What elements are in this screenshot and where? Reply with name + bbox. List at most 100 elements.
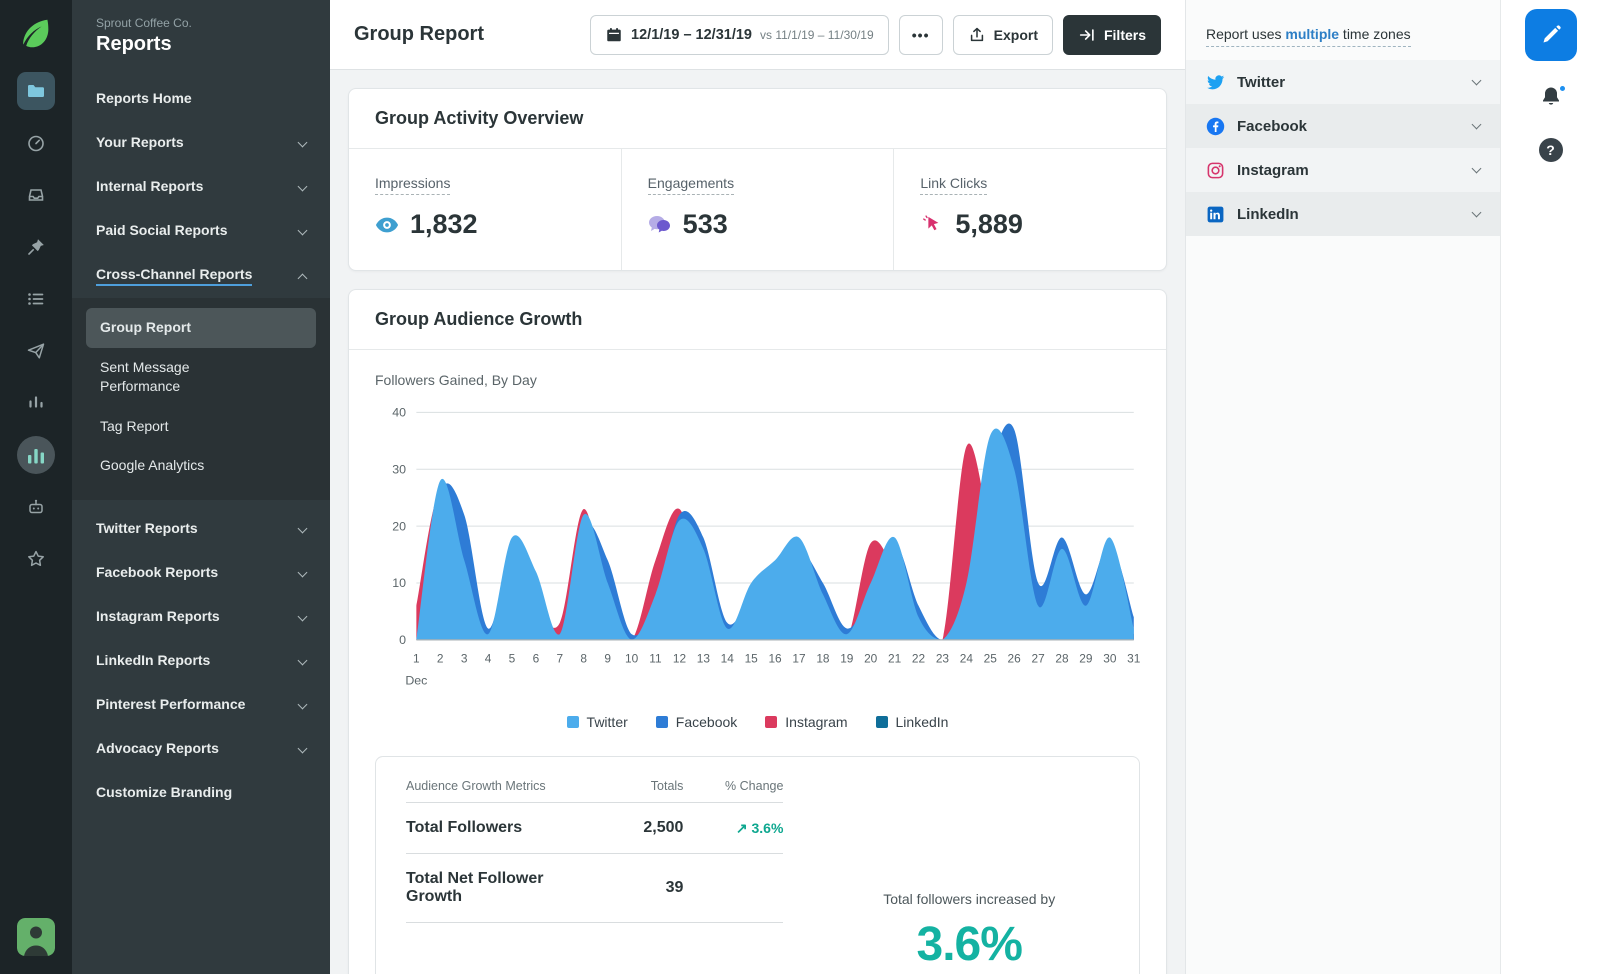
summary-value: 3.6% [916,918,1023,972]
svg-text:23: 23 [936,652,950,666]
user-avatar[interactable] [17,918,55,956]
legend-item-instagram[interactable]: Instagram [765,714,848,730]
metric-link-clicks: Link Clicks 5,889 [893,149,1166,270]
svg-text:6: 6 [533,652,540,666]
chevron-down-icon [297,743,308,754]
network-row-linkedin[interactable]: LinkedIn [1186,192,1500,236]
compose-button[interactable] [1524,9,1577,61]
export-icon [970,27,983,41]
chevron-down-icon [1471,119,1482,130]
network-row-facebook[interactable]: Facebook [1186,104,1500,148]
help-icon[interactable]: ? [1538,138,1563,162]
legend-item-twitter[interactable]: Twitter [566,714,628,730]
svg-text:8: 8 [580,652,587,666]
sidebar-item-internal-reports[interactable]: Internal Reports [72,166,330,210]
sidebar-item-linkedin-reports[interactable]: LinkedIn Reports [72,640,330,684]
svg-text:31: 31 [1127,652,1140,666]
date-compare-value: vs 11/1/19 – 11/30/19 [759,27,874,42]
trend-up-icon: ↗ [735,819,748,836]
sidebar-item-customize-branding[interactable]: Customize Branding [72,772,330,816]
network-label: Twitter [1237,73,1286,91]
chevron-down-icon [297,655,308,666]
more-options-button[interactable]: ••• [898,14,943,55]
sidebar-item-paid-social-reports[interactable]: Paid Social Reports [72,210,330,254]
network-label: Facebook [1237,117,1308,135]
metric-value: 533 [682,209,728,239]
submenu-item-sent-message-performance[interactable]: Sent Message Performance [86,348,246,407]
legend-swatch [875,716,888,729]
sidebar-item-facebook-reports[interactable]: Facebook Reports [72,552,330,596]
reports-folder-icon[interactable] [17,72,55,110]
chevron-down-icon [1471,75,1482,86]
card-title: Group Audience Growth [349,290,1166,350]
column-header-change: % Change [725,779,784,794]
svg-text:25: 25 [984,652,998,666]
date-range-button[interactable]: 12/1/19 – 12/31/19 vs 11/1/19 – 11/30/19 [590,14,889,55]
svg-text:21: 21 [888,652,902,666]
signal-bars-icon[interactable] [17,384,55,422]
svg-text:30: 30 [392,462,406,476]
sidebar-item-reports-home[interactable]: Reports Home [72,78,330,122]
report-body[interactable]: Group Activity Overview Impressions 1,83… [330,70,1185,974]
sidebar-item-pinterest-performance[interactable]: Pinterest Performance [72,684,330,728]
list-icon[interactable] [17,280,55,318]
svg-text:16: 16 [768,652,782,666]
gauge-icon[interactable] [17,124,55,162]
svg-text:29: 29 [1079,652,1093,666]
svg-text:7: 7 [557,652,564,666]
paper-plane-icon[interactable] [17,332,55,370]
app-icon-rail [0,0,72,974]
utility-rail: ? [1500,0,1600,974]
cross-channel-submenu: Group Report Sent Message Performance Ta… [72,298,330,500]
bar-chart-icon[interactable] [17,436,55,474]
sidebar-item-advocacy-reports[interactable]: Advocacy Reports [72,728,330,772]
submenu-item-tag-report[interactable]: Tag Report [86,407,316,447]
metric-label[interactable]: Link Clicks [920,175,988,195]
star-icon[interactable] [17,540,55,578]
svg-text:11: 11 [649,652,662,666]
multiple-timezones-link[interactable]: multiple [1285,26,1339,42]
networks-panel: Report uses multiple time zones Twitter … [1185,0,1500,974]
column-header-totals: Totals [650,779,684,794]
svg-text:13: 13 [697,652,711,666]
followers-area-chart: 0102030401 2 3 4 5 6 7 8 9 10 11 12 13 14 15 16 17 18 19 20… [392,406,1140,688]
pin-icon[interactable] [17,228,55,266]
legend-item-linkedin[interactable]: LinkedIn [875,714,948,730]
network-row-twitter[interactable]: Twitter [1186,60,1500,104]
sprout-logo [17,14,55,52]
svg-text:3: 3 [461,652,468,666]
metric-label[interactable]: Impressions [375,175,451,195]
twitter-icon [1207,74,1225,89]
submenu-item-group-report[interactable]: Group Report [86,308,316,348]
chart-legend: Twitter Facebook Instagram LinkedIn [375,714,1140,730]
sidebar-item-instagram-reports[interactable]: Instagram Reports [72,596,330,640]
notifications-button[interactable] [1539,84,1567,112]
network-row-instagram[interactable]: Instagram [1186,148,1500,192]
metric-value: 5,889 [955,209,1023,239]
filters-button[interactable]: Filters [1062,14,1161,55]
chevron-down-icon [297,567,308,578]
bot-icon[interactable] [17,488,55,526]
export-button[interactable]: Export [952,14,1053,55]
submenu-item-google-analytics[interactable]: Google Analytics [86,446,316,486]
svg-text:12: 12 [673,652,686,666]
legend-swatch [655,716,668,729]
legend-item-facebook[interactable]: Facebook [655,714,737,730]
svg-text:24: 24 [960,652,974,666]
sidebar-item-your-reports[interactable]: Your Reports [72,122,330,166]
sidebar-item-twitter-reports[interactable]: Twitter Reports [72,508,330,552]
page-title: Group Report [354,23,484,45]
card-title: Group Activity Overview [349,89,1166,149]
group-audience-growth-card: Group Audience Growth Followers Gained, … [348,289,1167,974]
chevron-down-icon [297,699,308,710]
svg-text:27: 27 [1032,652,1045,666]
svg-text:17: 17 [792,652,805,666]
ellipsis-icon: ••• [911,26,930,43]
network-label: LinkedIn [1237,205,1299,223]
metric-label[interactable]: Engagements [647,175,735,195]
eye-icon [375,217,399,232]
table-row: Total Followers 2,500 ↗ 3.6% [406,803,784,855]
inbox-icon[interactable] [17,176,55,214]
svg-text:4: 4 [485,652,492,666]
sidebar-item-cross-channel-reports[interactable]: Cross-Channel Reports [72,254,330,298]
